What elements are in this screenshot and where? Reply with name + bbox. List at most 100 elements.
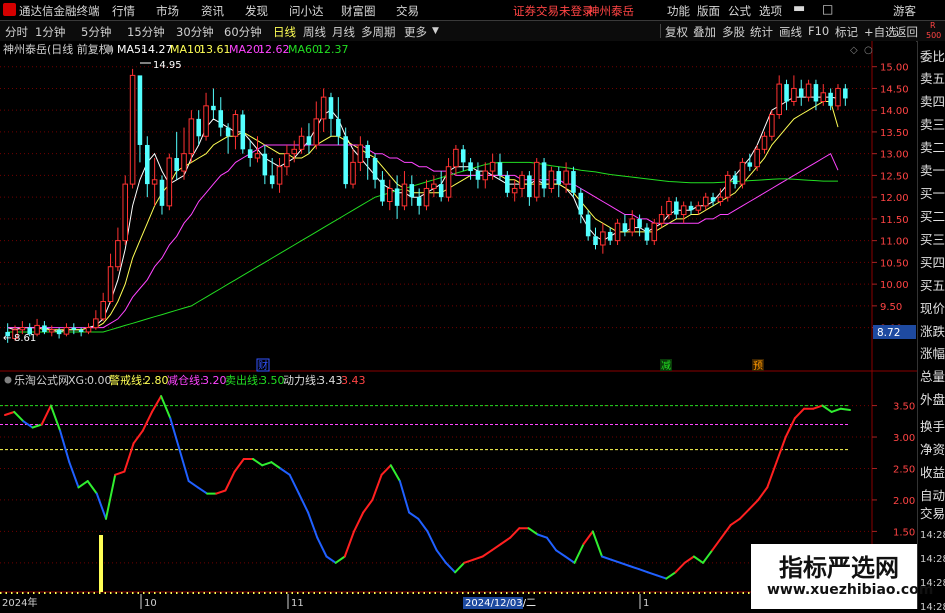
candle-body-down bbox=[394, 188, 400, 206]
period-tab-15min[interactable]: 15分钟 bbox=[127, 24, 165, 40]
settings-icon[interactable] bbox=[105, 45, 113, 53]
candle-body-up bbox=[151, 179, 158, 185]
minimize-icon[interactable]: ▬ bbox=[793, 1, 805, 16]
price-tick-label: 12.50 bbox=[880, 171, 909, 182]
panel-item[interactable]: 现价 bbox=[920, 298, 945, 317]
adjust-button[interactable]: 复权 bbox=[665, 24, 688, 40]
ma5-value: 14.27 bbox=[141, 43, 173, 56]
panel-item[interactable]: 交易 bbox=[920, 503, 945, 522]
panel-item[interactable]: 自动 bbox=[920, 485, 945, 504]
candle-body-up bbox=[93, 318, 99, 329]
current-stock-name: 神州泰岳 bbox=[588, 4, 634, 18]
trade-login-notice[interactable]: 证券交易未登录 bbox=[513, 3, 594, 19]
candle-body-down bbox=[380, 179, 385, 202]
statistics-button[interactable]: 统计 bbox=[750, 24, 773, 40]
menu-news[interactable]: 资讯 bbox=[201, 3, 224, 19]
candle-body-down bbox=[174, 158, 179, 172]
candle-body-up bbox=[100, 301, 106, 320]
panel-item[interactable]: 卖五 bbox=[920, 68, 945, 87]
price-tick-label: 10.00 bbox=[880, 280, 909, 291]
period-tab-5min[interactable]: 5分钟 bbox=[81, 24, 111, 40]
menu-formula[interactable]: 公式 bbox=[728, 3, 751, 19]
panel-item[interactable]: 涨幅 bbox=[920, 343, 945, 362]
window-icon[interactable]: □ bbox=[822, 2, 833, 16]
candle-body-up bbox=[85, 327, 92, 333]
candle-body-up bbox=[129, 74, 136, 185]
panel-item[interactable]: 买四 bbox=[920, 252, 945, 271]
menu-function[interactable]: 功能 bbox=[667, 3, 690, 19]
menu-quotes[interactable]: 行情 bbox=[112, 3, 135, 19]
panel-item[interactable]: 买五 bbox=[920, 275, 945, 294]
panel-item[interactable]: 收益 bbox=[920, 462, 945, 481]
candle-body-up bbox=[658, 214, 665, 224]
candle-body-down bbox=[409, 184, 415, 198]
menu-ask[interactable]: 问小达 bbox=[289, 3, 324, 19]
period-tab-more[interactable]: 更多 bbox=[404, 24, 427, 40]
candle-body-down bbox=[262, 153, 268, 176]
menu-market[interactable]: 市场 bbox=[156, 3, 179, 19]
panel-item[interactable]: 总量 bbox=[920, 366, 945, 385]
low-annotation: 8.61 bbox=[14, 333, 36, 344]
main-legend: 神州泰岳(日线 前复权) MA5: 14.27 MA10: 13.61 MA20… bbox=[3, 42, 349, 56]
panel-item[interactable]: 卖二 bbox=[920, 137, 945, 156]
panel-item[interactable]: 净资 bbox=[920, 439, 945, 458]
period-tab-weekly[interactable]: 周线 bbox=[303, 24, 326, 40]
candle-body-down bbox=[145, 144, 150, 185]
overlay-button[interactable]: 叠加 bbox=[693, 24, 716, 40]
mark-button[interactable]: 标记 bbox=[835, 24, 858, 40]
candle-body-up bbox=[357, 144, 364, 163]
menu-layout[interactable]: 版面 bbox=[697, 3, 720, 19]
candle-body-down bbox=[225, 127, 231, 137]
app-name: 通达信金融终端 bbox=[19, 4, 100, 18]
back-button[interactable]: 返回 bbox=[895, 24, 918, 40]
candle-body-down bbox=[416, 197, 422, 206]
panel-item[interactable]: 卖三 bbox=[920, 114, 945, 133]
watermark-url: www.xuezhibiao.com bbox=[767, 582, 934, 598]
high-annotation: 14.95 bbox=[153, 60, 182, 71]
panel-item[interactable]: 换手 bbox=[920, 416, 945, 435]
panel-item[interactable]: 委比 bbox=[920, 46, 945, 65]
candle-body-down bbox=[372, 158, 378, 180]
menu-discover[interactable]: 发现 bbox=[245, 3, 268, 19]
period-tab-multi[interactable]: 多周期 bbox=[361, 24, 396, 40]
period-tab-30min[interactable]: 30分钟 bbox=[176, 24, 214, 40]
ind-tick-label: 2.00 bbox=[893, 496, 915, 507]
chevron-down-icon[interactable]: ▼ bbox=[432, 26, 439, 36]
period-tab-1min[interactable]: 1分钟 bbox=[35, 24, 65, 40]
period-tab-monthly[interactable]: 月线 bbox=[332, 24, 355, 40]
panel-item[interactable]: 买一 bbox=[920, 183, 945, 202]
panel-item[interactable]: 卖四 bbox=[920, 91, 945, 110]
reduce-event-label: 减 bbox=[661, 360, 671, 372]
menu-wealth[interactable]: 财富圈 bbox=[341, 3, 376, 19]
panel-item[interactable]: 卖一 bbox=[920, 160, 945, 179]
menu-options[interactable]: 选项 bbox=[759, 3, 782, 19]
expand-icon[interactable]: ◇ bbox=[850, 45, 858, 56]
user-guest[interactable]: 游客 bbox=[893, 3, 916, 19]
period-tab-daily[interactable]: 日线 bbox=[273, 24, 296, 40]
panel-item[interactable]: 买二 bbox=[920, 206, 945, 225]
chart-canvas[interactable]: 神州泰岳(日线 前复权) MA5: 14.27 MA10: 13.61 MA20… bbox=[0, 41, 917, 609]
candle-body-down bbox=[336, 118, 341, 137]
add-favorite-button[interactable]: +自选 bbox=[864, 24, 897, 40]
panel-item[interactable]: 外盘 bbox=[920, 389, 945, 408]
close-icon[interactable]: ○ bbox=[864, 45, 873, 56]
indicator-settings-icon[interactable] bbox=[4, 376, 12, 384]
candle-body-up bbox=[717, 196, 724, 203]
candle-body-up bbox=[453, 148, 459, 168]
multi-stock-button[interactable]: 多股 bbox=[722, 24, 745, 40]
candle-body-up bbox=[232, 114, 239, 137]
candle-body-up bbox=[276, 166, 283, 185]
candle-body-up bbox=[482, 170, 489, 181]
panel-item[interactable]: 涨跌 bbox=[920, 321, 945, 340]
panel-item[interactable]: 买三 bbox=[920, 229, 945, 248]
candle-body-down bbox=[468, 162, 473, 172]
draw-line-button[interactable]: 画线 bbox=[779, 24, 802, 40]
forecast-event-label: 预 bbox=[753, 360, 763, 372]
menu-trade[interactable]: 交易 bbox=[396, 3, 419, 19]
quote-side-panel: 委比 卖五 卖四 卖三 卖二 卖一 买一 买二 买三 买四 买五 现价 涨跌 涨… bbox=[917, 41, 945, 613]
candle-body-up bbox=[48, 329, 55, 333]
period-tab-60min[interactable]: 60分钟 bbox=[224, 24, 262, 40]
f10-button[interactable]: F10 bbox=[808, 24, 829, 38]
price-tick-label: 14.00 bbox=[880, 106, 909, 117]
period-tab-timeshare[interactable]: 分时 bbox=[5, 24, 28, 40]
